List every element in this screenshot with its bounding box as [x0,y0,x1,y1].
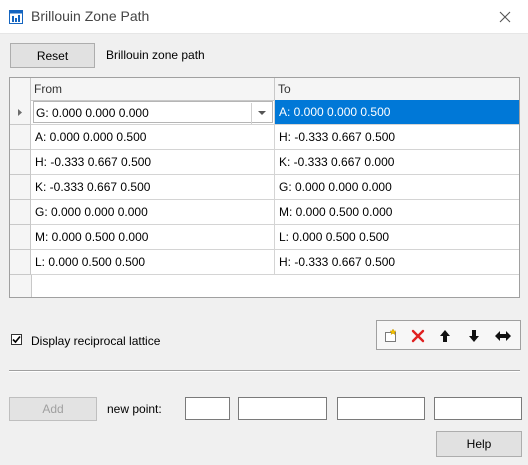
row-header[interactable] [10,200,31,225]
move-up-button[interactable] [434,325,456,346]
new-row-button[interactable] [380,325,402,346]
from-cell[interactable]: H: -0.333 0.667 0.500 [31,150,275,175]
column-header-to[interactable]: To [275,78,519,100]
row-toolstrip [376,320,521,350]
reset-button[interactable]: Reset [10,43,95,68]
app-icon [9,10,23,24]
new-point-label: new point: [107,402,162,416]
row-header[interactable] [10,100,31,125]
display-reciprocal-label[interactable]: Display reciprocal lattice [31,334,160,348]
new-row-header[interactable] [10,275,32,297]
checkmark-icon [12,335,21,344]
from-cell[interactable]: L: 0.000 0.500 0.500 [31,250,275,275]
move-down-button[interactable] [463,325,485,346]
window-title: Brillouin Zone Path [31,8,150,24]
from-cell[interactable]: M: 0.000 0.500 0.000 [31,225,275,250]
table-row[interactable]: M: 0.000 0.500 0.000 L: 0.000 0.500 0.50… [10,225,519,250]
path-label: Brillouin zone path [106,48,205,62]
to-cell[interactable]: M: 0.000 0.500 0.000 [275,200,519,225]
add-button[interactable]: Add [9,397,97,421]
move-down-icon [469,329,479,342]
path-grid[interactable]: From To G: 0.000 0.000 0.000 A: 0.000 0.… [9,77,520,298]
row-header[interactable] [10,150,31,175]
table-row[interactable]: A: 0.000 0.000 0.500 H: -0.333 0.667 0.5… [10,125,519,150]
reverse-icon [495,330,511,341]
separator [9,370,520,372]
to-cell[interactable]: H: -0.333 0.667 0.500 [275,125,519,150]
close-icon [499,11,511,22]
to-cell[interactable]: H: -0.333 0.667 0.500 [275,250,519,275]
grid-header: From To [10,78,519,101]
point-x-input[interactable] [238,397,327,420]
table-row[interactable]: L: 0.000 0.500 0.500 H: -0.333 0.667 0.5… [10,250,519,275]
current-row-icon [18,109,22,116]
to-cell[interactable]: K: -0.333 0.667 0.000 [275,150,519,175]
delete-button[interactable] [407,325,429,346]
to-cell[interactable]: G: 0.000 0.000 0.000 [275,175,519,200]
row-header[interactable] [10,125,31,150]
row-header[interactable] [10,225,31,250]
from-cell[interactable]: A: 0.000 0.000 0.500 [31,125,275,150]
header-corner [10,78,31,100]
from-cell[interactable]: G: 0.000 0.000 0.000 [31,100,275,125]
point-y-input[interactable] [337,397,425,420]
dropdown-button[interactable] [251,103,271,124]
help-button[interactable]: Help [436,431,522,457]
delete-icon [411,329,425,342]
from-value: G: 0.000 0.000 0.000 [36,106,149,120]
table-row[interactable]: G: 0.000 0.000 0.000 A: 0.000 0.000 0.50… [10,100,519,125]
row-header[interactable] [10,175,31,200]
table-row[interactable]: K: -0.333 0.667 0.500 G: 0.000 0.000 0.0… [10,175,519,200]
display-reciprocal-checkbox[interactable] [11,334,22,345]
to-cell[interactable]: L: 0.000 0.500 0.500 [275,225,519,250]
row-header[interactable] [10,250,31,275]
close-button[interactable] [482,0,528,33]
from-combobox[interactable]: G: 0.000 0.000 0.000 [33,101,273,124]
from-cell[interactable]: G: 0.000 0.000 0.000 [31,200,275,225]
point-label-input[interactable] [185,397,230,420]
column-header-from[interactable]: From [31,78,275,100]
table-row[interactable]: H: -0.333 0.667 0.500 K: -0.333 0.667 0.… [10,150,519,175]
title-bar: Brillouin Zone Path [0,0,528,34]
move-up-icon [440,329,450,342]
to-cell[interactable]: A: 0.000 0.000 0.500 [275,100,519,125]
table-row[interactable]: G: 0.000 0.000 0.000 M: 0.000 0.500 0.00… [10,200,519,225]
point-z-input[interactable] [434,397,522,420]
from-cell[interactable]: K: -0.333 0.667 0.500 [31,175,275,200]
chevron-down-icon [257,111,266,115]
reverse-button[interactable] [492,325,514,346]
new-row-icon [385,327,397,342]
